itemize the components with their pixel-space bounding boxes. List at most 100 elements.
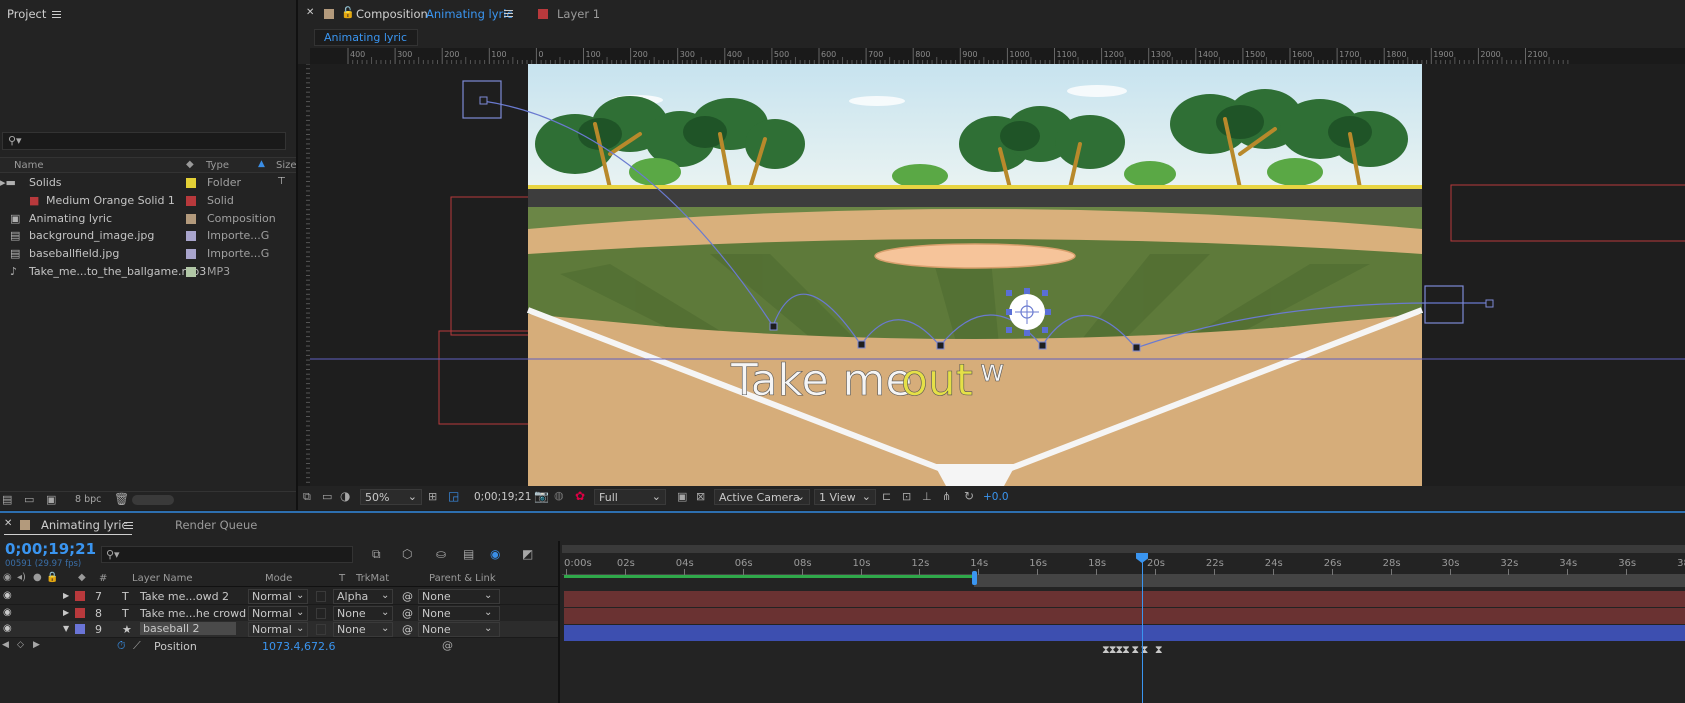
panel-menu-icon[interactable] [52,11,62,18]
layer-name[interactable]: Take me...owd 2 [140,590,229,603]
label-swatch[interactable] [186,213,196,224]
channel-icon[interactable]: ✿ [575,489,585,503]
eye-icon[interactable]: ◉ [3,623,12,634]
column-size[interactable]: Size [276,160,297,171]
label-swatch[interactable] [186,249,196,260]
layer-name[interactable]: Take me...he crowd [140,607,246,620]
time-ruler[interactable]: 0:00s 02s 04s 06s 08s 10s 12s 14s 16s 18s 20s 22s 24… [562,553,1685,575]
magnification-select[interactable]: 50% ⌄ [360,489,422,505]
region-of-interest-icon[interactable]: ◲ [448,489,459,503]
project-item[interactable]: ▤ baseballfield.jpg Importe...G [0,244,296,263]
eye-icon[interactable]: ◉ [3,590,12,601]
layer-name-header[interactable]: Layer Name [132,573,193,584]
project-panel-title[interactable]: Project [7,7,62,21]
preserve-transparency-box[interactable] [316,591,326,602]
pickwhip-icon[interactable]: @ [402,590,413,603]
composition-canvas[interactable]: Take me out w [310,64,1685,486]
vertical-ruler[interactable] [298,64,310,486]
shy-layers-icon[interactable]: ⛀ [436,547,446,561]
layer-label-swatch[interactable] [75,624,85,634]
timeline-layer-row[interactable]: ◉ ▶ 8 T Take me...he crowd Normal ⌄ None ⌄ @ None ⌄ [0,605,560,622]
graph-icon[interactable]: ⟋ [133,639,141,653]
pickwhip-icon[interactable]: @ [442,639,453,652]
render-queue-tab[interactable]: Render Queue [175,518,257,532]
bpc-button[interactable]: 8 bpc [75,494,101,505]
work-area-range[interactable] [974,575,1685,587]
time-graph[interactable]: 0:00s 02s 04s 06s 08s 10s 12s 14s 16s 18s 20s 22s 24… [562,541,1685,703]
next-keyframe-icon[interactable]: ▶ [33,640,40,650]
project-item[interactable]: ▣ Animating lyric Composition [0,209,296,228]
twirl-arrow-icon[interactable]: ▼ [63,624,69,633]
timeline-menu-icon[interactable] [124,522,133,529]
motion-blur-icon[interactable]: ◉ [490,547,500,561]
video-switch-icon[interactable]: ◉ [3,572,12,583]
snapshot-icon[interactable]: 📷 [534,489,549,503]
close-icon[interactable]: ✕ [306,7,314,18]
view-layout-select[interactable]: 1 View ⌄ [814,489,876,505]
range-start-handle[interactable] [972,571,977,585]
camera-view-select[interactable]: Active Camera ⌄ [714,489,810,505]
project-item[interactable]: ♪ Take_me...to_the_ballgame.mp3 MP3 [0,262,296,281]
lock-switch-icon[interactable]: 🔒 [46,572,58,583]
label-swatch[interactable] [186,231,196,242]
interpret-footage-icon[interactable]: ▤ [2,493,12,506]
current-time-display[interactable]: 0;00;19;21 [474,491,531,503]
always-preview-icon[interactable]: ⧉ [303,490,311,504]
project-item[interactable]: ■ Medium Orange Solid 1 Solid [0,191,296,210]
solo-switch-icon[interactable]: ● [33,572,42,583]
frame-blending-icon[interactable]: ▤ [463,547,474,561]
work-area-bar[interactable] [562,545,1685,553]
playhead[interactable] [1142,555,1143,703]
project-item[interactable]: ▤ background_image.jpg Importe...G [0,226,296,245]
layer-bar-9[interactable] [564,625,1685,641]
layer-name[interactable]: baseball 2 [140,622,236,635]
end-anchor-box[interactable] [1424,285,1464,324]
toggle-pixel-aspect-icon[interactable]: ⊏ [882,490,891,503]
pickwhip-icon[interactable]: @ [402,607,413,620]
lock-icon[interactable]: 🔓 [341,6,355,19]
twirl-arrow-icon[interactable]: ▶ [63,591,69,600]
horizontal-ruler[interactable]: 400 300 200 100 0 100 200 300 400 500 600 700 800 900… [310,48,1685,64]
label-swatch[interactable] [186,267,196,277]
project-item[interactable]: ▸▬ Solids Folder ⊤ [0,173,296,192]
new-composition-icon[interactable]: ▣ [46,493,56,506]
timeline-layer-row[interactable]: ◉ ▶ 7 T Take me...owd 2 Normal ⌄ Alpha ⌄ @ None ⌄ [0,588,560,605]
reset-exposure-icon[interactable]: ↻ [964,489,974,503]
timeline-divider[interactable] [558,541,560,703]
comp-flow-breadcrumb[interactable]: Animating lyric [314,29,418,46]
label-column-icon[interactable]: ◆ [186,159,194,170]
composition-mini-flowchart-icon[interactable]: ⧉ [372,547,381,562]
graph-editor-icon[interactable]: ◩ [522,547,533,561]
layer-label-swatch[interactable] [75,607,85,618]
prev-keyframe-icon[interactable]: ◀ [2,640,9,650]
thumbnail-slider[interactable] [132,495,174,505]
num-header[interactable]: # [99,573,107,584]
parent-header[interactable]: Parent & Link [429,573,496,584]
label-header-icon[interactable]: ◆ [78,572,86,583]
trash-icon[interactable]: 🗑 [114,492,129,506]
project-search-input[interactable]: ⚲▾ [2,132,286,150]
mask-visibility-icon[interactable]: ◑ [340,489,350,503]
label-swatch[interactable] [186,195,196,206]
timeline-current-time[interactable]: 0;00;19;21 [5,540,96,558]
new-folder-icon[interactable]: ▭ [24,493,34,506]
timeline-layer-row[interactable]: ◉ ▼ 9 ★ baseball 2 Normal ⌄ None ⌄ @ None ⌄ [0,621,560,638]
label-swatch[interactable] [186,178,196,188]
lyric-text-yellow[interactable]: out [901,355,974,407]
draft-3d-icon[interactable]: ⬡ [402,547,412,561]
comp-panel-menu-icon[interactable] [504,10,513,17]
fast-draft-icon[interactable]: ⊡ [902,490,911,503]
lyric-text-white[interactable]: Take me [730,355,913,407]
t-header[interactable]: T [339,573,345,584]
viewer-pasteboard[interactable]: Take me out w [310,64,1685,486]
transparency-grid-icon[interactable]: ⊠ [696,490,705,503]
exposure-value[interactable]: +0.0 [983,491,1009,503]
position-keyframes[interactable]: ⧗⧗⧗⧗ ⧗ ⧗ ⧗ [1102,643,1163,657]
show-snapshot-icon[interactable]: ◍ [554,489,564,502]
pickwhip-icon[interactable]: @ [402,623,413,636]
stopwatch-icon[interactable]: ⏱ [117,639,126,653]
column-name[interactable]: Name [14,160,44,171]
column-type[interactable]: Type [206,160,229,171]
mode-header[interactable]: Mode [265,573,292,584]
property-value[interactable]: 1073.4,672.6 [262,640,335,653]
